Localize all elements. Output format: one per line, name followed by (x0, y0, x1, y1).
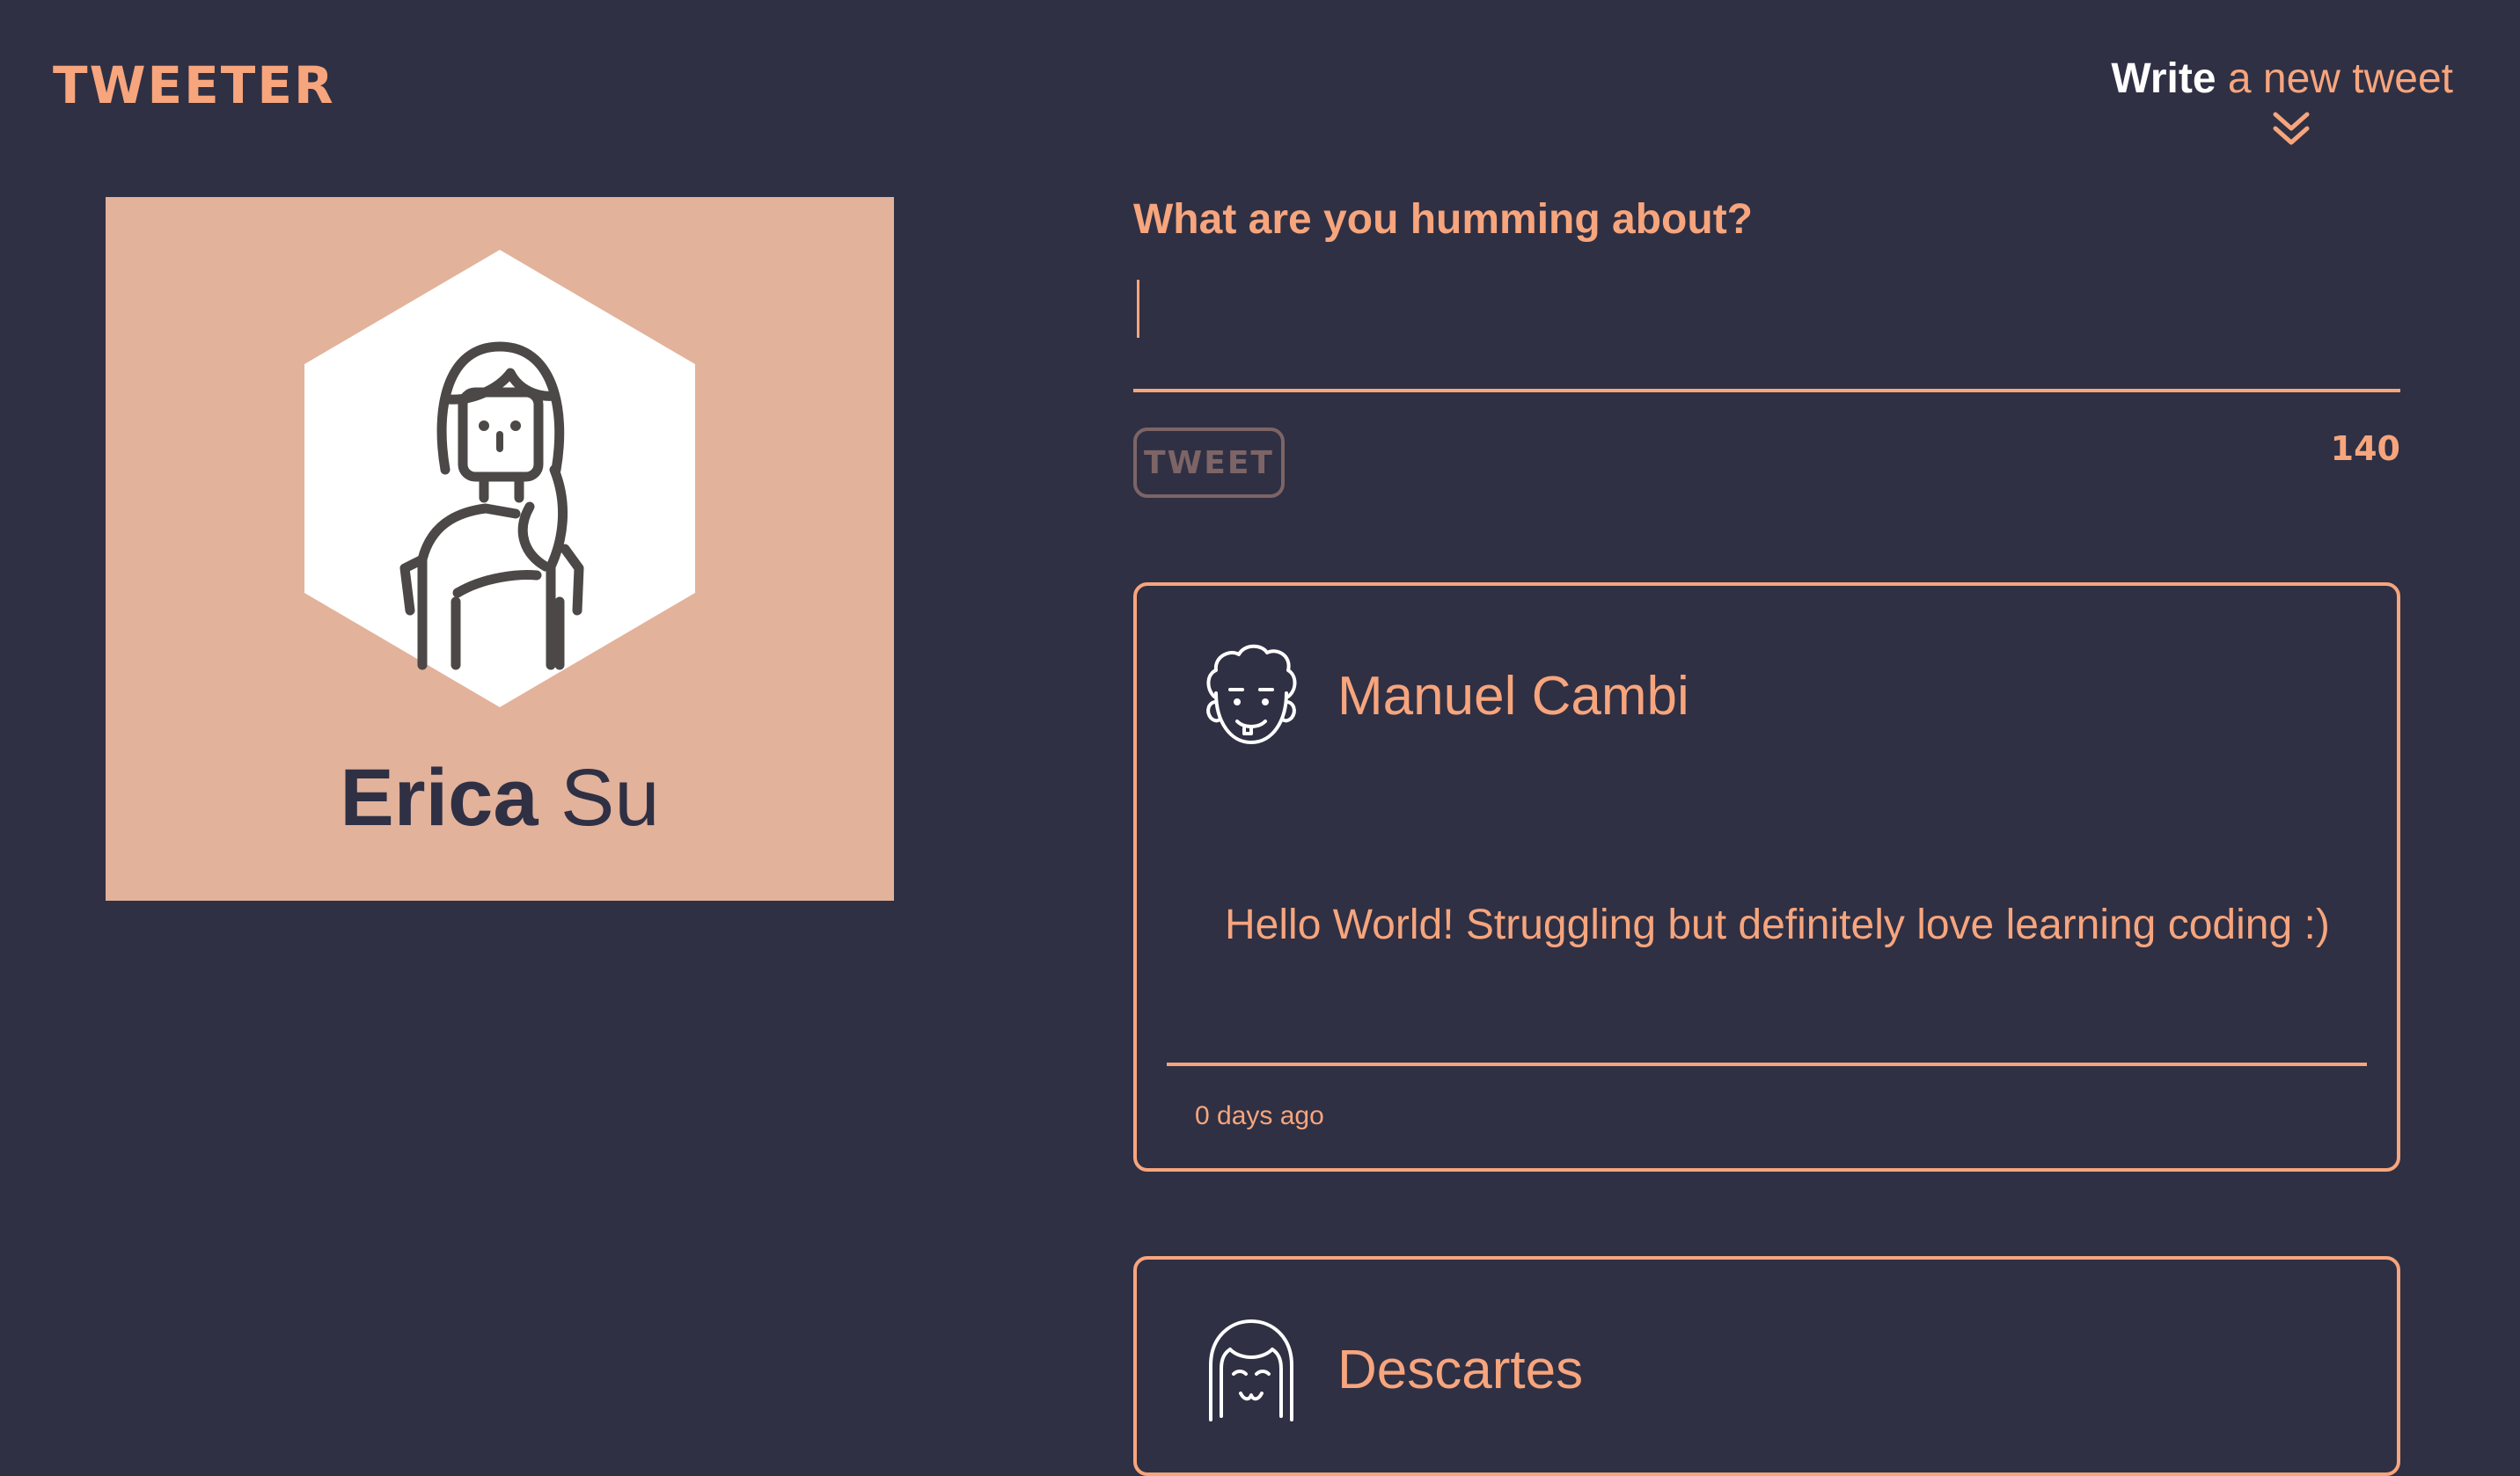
woman-avatar-icon (304, 250, 695, 707)
double-chevron-down-icon[interactable] (2272, 111, 2311, 148)
profile-card: Erica Su (106, 197, 894, 901)
tweet-button[interactable]: TWEET (1133, 427, 1285, 498)
write-new-tweet-toggle[interactable]: Write a new tweet (2111, 55, 2453, 103)
tweet-card: Descartes (1133, 1256, 2400, 1476)
tweet-text: Hello World! Struggling but definitely l… (1225, 902, 2330, 948)
tweet-timestamp: 0 days ago (1195, 1101, 1324, 1130)
write-label-strong: Write (2111, 55, 2216, 102)
profile-last-name: Su (538, 753, 660, 843)
tweet-card: Manuel Cambi Hello World! Struggling but… (1133, 582, 2400, 1172)
app-logo[interactable]: TWEETER (53, 55, 335, 116)
text-caret (1137, 280, 1139, 338)
write-label-rest: a new tweet (2216, 55, 2453, 102)
profile-first-name: Erica (340, 753, 538, 843)
tweet-divider (1167, 1063, 2367, 1066)
tweet-author-name[interactable]: Descartes (1337, 1337, 1583, 1404)
tweet-compose-input[interactable] (1133, 266, 2400, 392)
profile-name: Erica Su (106, 749, 894, 846)
curly-hair-man-avatar-icon (1206, 644, 1297, 744)
tweet-author-name[interactable]: Manuel Cambi (1337, 663, 1689, 730)
character-counter: 140 (2330, 429, 2400, 468)
compose-label: What are you humming about? (1133, 196, 1753, 243)
bob-hair-avatar-icon (1209, 1319, 1293, 1421)
